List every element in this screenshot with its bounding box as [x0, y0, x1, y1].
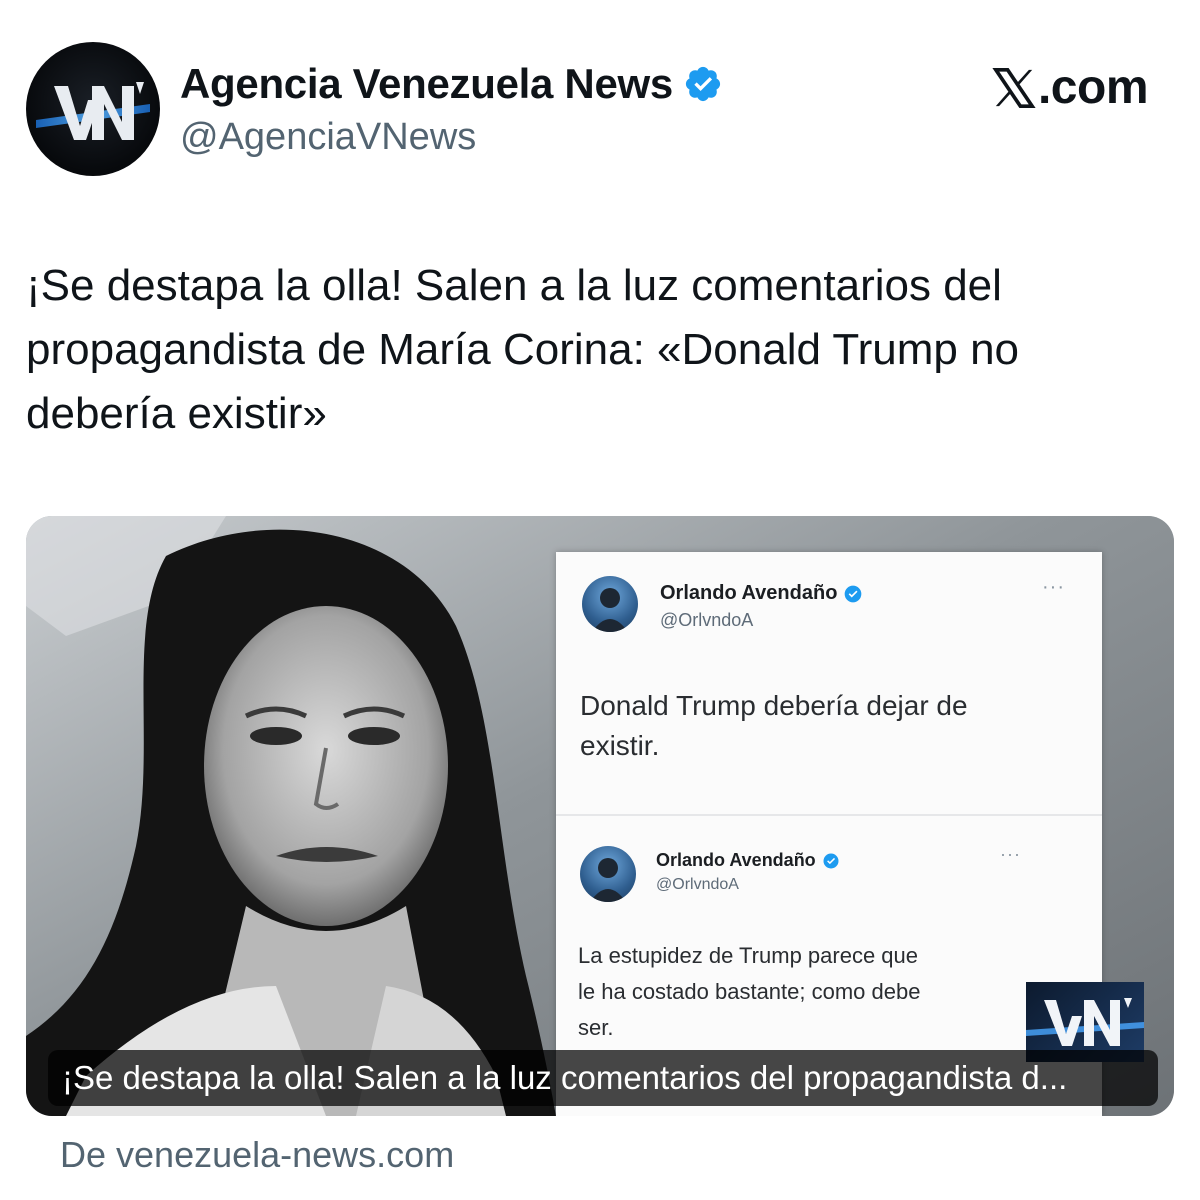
quoted-avatar	[582, 576, 638, 632]
account-name-row[interactable]: Agencia Venezuela News	[180, 60, 723, 108]
divider	[556, 814, 1102, 816]
quoted-author-name: Orlando Avendaño	[656, 850, 840, 871]
quoted-tweets-screenshot: Orlando Avendaño @OrlvndoA ··· Donald Tr…	[556, 552, 1102, 1116]
tweet-text: ¡Se destapa la olla! Salen a la luz come…	[26, 261, 1020, 438]
x-com-domain: .com	[1037, 61, 1149, 114]
link-source[interactable]: De venezuela-news.com	[60, 1134, 454, 1176]
quoted-tweet-text: Donald Trump debería dejar de existir.	[580, 690, 968, 761]
verified-badge-icon	[823, 853, 839, 868]
quoted-author-handle: @OrlvndoA	[660, 610, 754, 630]
x-com-brand: .com	[992, 60, 1149, 115]
account-handle[interactable]: @AgenciaVNews	[180, 116, 476, 159]
account-avatar[interactable]	[26, 42, 160, 176]
quoted-author-handle: @OrlvndoA	[656, 876, 739, 893]
x-logo-icon	[992, 67, 1036, 108]
media-caption[interactable]: ¡Se destapa la olla! Salen a la luz come…	[48, 1050, 1158, 1106]
account-display-name[interactable]: Agencia Venezuela News	[180, 60, 673, 108]
more-options-icon: ···	[1042, 576, 1065, 598]
media-card[interactable]: Orlando Avendaño @OrlvndoA ··· Donald Tr…	[26, 516, 1174, 1116]
quoted-tweet-text: La estupidez de Trump parece que le ha c…	[578, 943, 921, 1040]
more-options-icon: ···	[1000, 844, 1021, 864]
quoted-avatar	[580, 846, 636, 902]
verified-badge-icon	[845, 585, 862, 602]
quoted-author-name: Orlando Avendaño	[660, 582, 863, 605]
verified-badge-icon	[685, 66, 721, 102]
